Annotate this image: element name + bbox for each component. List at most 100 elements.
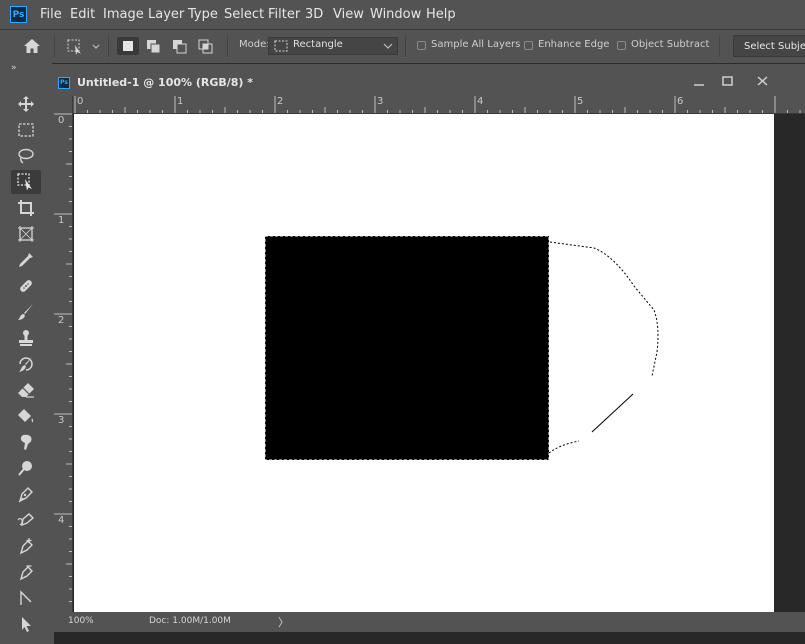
object-selection-preset-icon: [67, 39, 100, 55]
mode-label: Mode:: [239, 39, 270, 50]
close-button[interactable]: [752, 73, 774, 91]
add-anchor-point-icon: [19, 538, 33, 555]
document-window: Ps Untitled-1 @ 100% (RGB/8) * 0 1 2 3 4…: [54, 70, 805, 644]
brush-icon: [18, 304, 33, 320]
dodge-icon: [18, 461, 32, 476]
clone-stamp-tool[interactable]: [11, 326, 41, 350]
enhance-edge-checkbox[interactable]: [524, 41, 533, 50]
status-bar: 100% Doc: 1.00M/1.00M 〉: [54, 612, 805, 632]
paint-bucket-icon: [18, 409, 34, 423]
options-bar: Mode: Rectangle Sample All Layers Enhanc…: [0, 29, 805, 64]
rectangular-marquee-tool[interactable]: [11, 118, 41, 142]
mode-value: Rectangle: [293, 39, 343, 50]
freeform-selection-lower-path: [548, 440, 580, 454]
freeform-selection-stroke: [591, 393, 634, 433]
canvas-artwork: [264, 235, 659, 461]
ruler-label: 3: [58, 415, 65, 426]
ruler-label: 0: [58, 115, 65, 126]
minimize-icon: [694, 84, 704, 86]
menu-filter[interactable]: Filter: [268, 7, 300, 22]
menu-type[interactable]: Type: [188, 7, 218, 22]
brush-tool[interactable]: [11, 300, 41, 324]
zoom-level[interactable]: 100%: [68, 616, 94, 626]
delete-anchor-point-tool[interactable]: [11, 560, 41, 584]
status-menu-arrow-icon[interactable]: 〉: [278, 614, 289, 630]
pen-tool[interactable]: [11, 482, 41, 506]
paint-bucket-tool[interactable]: [11, 404, 41, 428]
ruler-label: 5: [577, 96, 584, 107]
ruler-label: 4: [58, 515, 65, 526]
sample-all-layers-checkbox[interactable]: [417, 41, 426, 50]
add-anchor-point-tool[interactable]: [11, 534, 41, 558]
menu-window[interactable]: Window: [370, 7, 421, 22]
smudge-icon: [20, 434, 32, 450]
eraser-tool[interactable]: [11, 378, 41, 402]
lasso-tool[interactable]: [11, 144, 41, 168]
frame-tool[interactable]: [11, 222, 41, 246]
select-subject-button[interactable]: Select Subject: [733, 35, 805, 57]
path-selection-tool[interactable]: [11, 612, 41, 636]
document-tab-icon: Ps: [58, 77, 70, 89]
ruler-label: 2: [277, 96, 284, 107]
chevron-down-icon: [383, 43, 393, 49]
convert-point-tool[interactable]: [11, 586, 41, 610]
move-tool[interactable]: [11, 92, 41, 116]
menu-help[interactable]: Help: [426, 7, 456, 22]
sample-all-layers-label: Sample All Layers: [431, 39, 521, 50]
add-selection-icon: [147, 40, 161, 54]
frame-icon: [18, 226, 34, 242]
dodge-tool[interactable]: [11, 456, 41, 480]
ruler-label: 0: [77, 96, 84, 107]
smudge-tool[interactable]: [11, 430, 41, 454]
pen-icon: [18, 487, 33, 503]
eraser-icon: [18, 383, 34, 398]
maximize-button[interactable]: [716, 73, 738, 91]
ruler-label: 4: [477, 96, 484, 107]
convert-point-icon: [20, 590, 32, 605]
history-brush-tool[interactable]: [11, 352, 41, 376]
photoshop-logo: Ps: [10, 6, 27, 23]
menu-image[interactable]: Image: [103, 7, 144, 22]
ruler-label: 6: [677, 96, 684, 107]
object-subtract-label: Object Subtract: [631, 39, 710, 50]
object-subtract-checkbox[interactable]: [617, 41, 626, 50]
minimize-button[interactable]: [688, 73, 710, 91]
menu-layer[interactable]: Layer: [148, 7, 184, 22]
add-to-selection-button[interactable]: [143, 37, 165, 55]
object-selection-tool[interactable]: [11, 170, 41, 194]
canvas[interactable]: [74, 114, 774, 613]
crop-icon: [18, 200, 34, 216]
path-selection-icon: [22, 617, 31, 632]
menu-select[interactable]: Select: [224, 7, 264, 22]
eyedropper-tool[interactable]: [11, 248, 41, 272]
rectangular-marquee-icon: [18, 123, 34, 137]
healing-brush-tool[interactable]: [11, 274, 41, 298]
horizontal-ruler: 0 1 2 3 4 5 6: [73, 96, 805, 114]
document-title[interactable]: Untitled-1 @ 100% (RGB/8) *: [77, 76, 253, 89]
history-brush-icon: [19, 357, 33, 372]
new-selection-button[interactable]: [117, 37, 139, 55]
ruler-label: 2: [58, 315, 65, 326]
intersect-selection-button[interactable]: [195, 37, 217, 55]
subtract-from-selection-button[interactable]: [169, 37, 191, 55]
healing-brush-icon: [20, 280, 32, 292]
black-rectangle-shape: [265, 236, 549, 460]
tool-preset-picker[interactable]: [66, 38, 102, 60]
freeform-pen-tool[interactable]: [11, 508, 41, 532]
close-icon: [757, 76, 768, 86]
rectangle-mode-icon: [274, 40, 288, 52]
menu-edit[interactable]: Edit: [70, 7, 95, 22]
subtract-selection-icon: [173, 40, 187, 54]
separator: [227, 35, 228, 57]
mode-dropdown[interactable]: Rectangle: [268, 37, 398, 55]
move-icon: [18, 96, 34, 112]
home-button[interactable]: [22, 37, 42, 59]
crop-tool[interactable]: [11, 196, 41, 220]
ruler-label: 3: [377, 96, 384, 107]
document-size: Doc: 1.00M/1.00M: [149, 616, 231, 626]
menu-3d[interactable]: 3D: [305, 7, 323, 22]
freeform-pen-icon: [17, 513, 35, 527]
collapse-panel-icon[interactable]: »: [11, 63, 17, 73]
menu-file[interactable]: File: [40, 7, 62, 22]
menu-view[interactable]: View: [333, 7, 364, 22]
